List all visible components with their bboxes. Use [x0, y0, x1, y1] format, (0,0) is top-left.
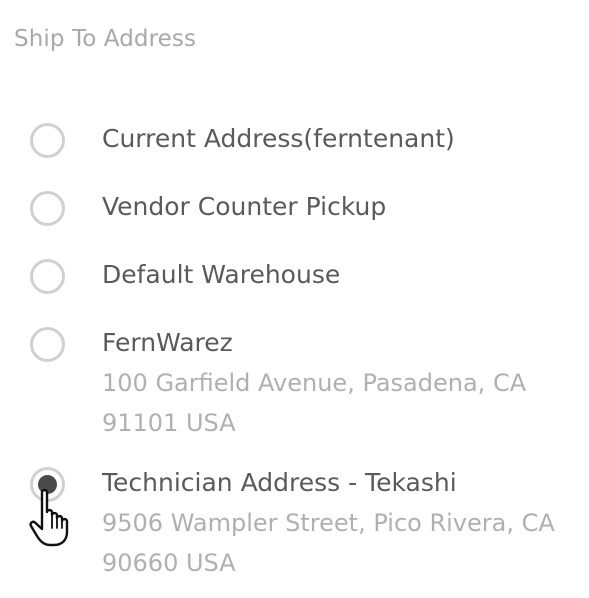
address-line-2: 91101 USA	[102, 409, 236, 437]
radio-button[interactable]	[30, 191, 65, 226]
hand-pointer-icon	[29, 488, 69, 547]
radio-button[interactable]	[30, 123, 65, 158]
radio-button[interactable]	[30, 259, 65, 294]
radio-button[interactable]	[30, 327, 65, 362]
option-label[interactable]: Vendor Counter Pickup	[102, 191, 386, 223]
address-line-2: 90660 USA	[102, 549, 236, 577]
option-label[interactable]: Default Warehouse	[102, 259, 340, 291]
option-label[interactable]: Technician Address - Tekashi	[102, 467, 457, 499]
address-line-1: 100 Garfield Avenue, Pasadena, CA	[102, 369, 527, 397]
address-line-1: 9506 Wampler Street, Pico Rivera, CA	[102, 509, 555, 537]
option-label[interactable]: FernWarez	[102, 327, 233, 359]
section-title: Ship To Address	[14, 26, 197, 52]
option-label[interactable]: Current Address(ferntenant)	[102, 123, 455, 155]
